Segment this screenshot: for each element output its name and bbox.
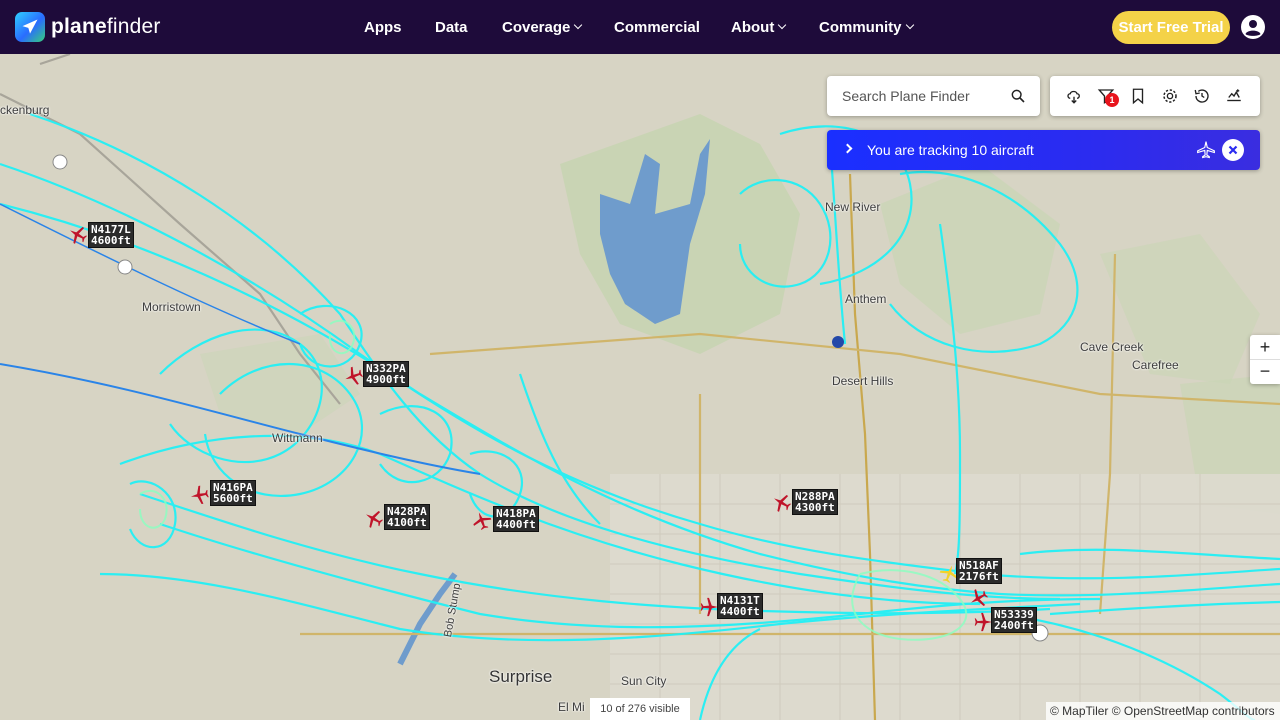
chevron-down-icon xyxy=(778,20,787,30)
start-free-trial-button[interactable]: Start Free Trial xyxy=(1112,11,1230,44)
visible-count: 10 of 276 visible xyxy=(590,698,690,720)
place-label: Carefree xyxy=(1132,358,1179,372)
planefinder-logo[interactable]: planefinder xyxy=(15,12,161,42)
tracking-banner[interactable]: You are tracking 10 aircraft xyxy=(827,130,1260,170)
aircraft-label[interactable]: N4131T 4400ft xyxy=(717,593,763,619)
nav-about[interactable]: About xyxy=(731,19,787,36)
search-input[interactable] xyxy=(842,88,1002,104)
interstate-shield xyxy=(832,336,844,348)
aircraft-icon[interactable] xyxy=(968,587,990,609)
place-label: ckenburg xyxy=(0,103,50,117)
weather-icon[interactable] xyxy=(1065,87,1083,105)
place-label: El Mi xyxy=(558,700,585,714)
aircraft-label[interactable]: N288PA 4300ft xyxy=(792,489,838,515)
chevron-right-icon[interactable] xyxy=(842,143,853,154)
zoom-control: + − xyxy=(1250,335,1280,384)
close-icon[interactable] xyxy=(1222,139,1244,161)
aircraft-icon[interactable] xyxy=(363,508,385,530)
history-icon[interactable] xyxy=(1193,87,1211,105)
place-label: Anthem xyxy=(845,292,887,306)
aircraft-label[interactable]: N332PA 4900ft xyxy=(363,361,409,387)
gear-icon[interactable] xyxy=(1161,87,1179,105)
place-label: Cave Creek xyxy=(1080,340,1144,354)
map-toolbar xyxy=(1050,76,1260,116)
place-label: New River xyxy=(825,200,881,214)
top-navigation-bar: planefinder Apps Data Coverage Commercia… xyxy=(0,0,1280,54)
aircraft-label[interactable]: N418PA 4400ft xyxy=(493,506,539,532)
search-box xyxy=(827,76,1040,116)
plane-logo-icon xyxy=(15,12,45,42)
tracking-text: You are tracking 10 aircraft xyxy=(867,142,1034,158)
aircraft-icon[interactable] xyxy=(343,365,365,387)
search-icon[interactable] xyxy=(1010,88,1026,104)
place-label: Surprise xyxy=(489,667,553,686)
nav-coverage[interactable]: Coverage xyxy=(502,19,583,36)
aircraft-label[interactable]: N518AF 2176ft xyxy=(956,558,1002,584)
bookmark-icon[interactable] xyxy=(1129,87,1147,105)
map-attribution[interactable]: © MapTiler © OpenStreetMap contributors xyxy=(1046,702,1280,720)
nav-apps[interactable]: Apps xyxy=(364,19,402,36)
aircraft-icon[interactable] xyxy=(189,484,211,506)
plane-icon xyxy=(1197,141,1215,159)
chevron-down-icon xyxy=(574,20,583,30)
aircraft-label[interactable]: N4177L 4600ft xyxy=(88,222,134,248)
zoom-out-button[interactable]: − xyxy=(1250,359,1280,383)
aircraft-icon[interactable] xyxy=(67,224,89,246)
place-label: Morristown xyxy=(142,300,201,314)
aircraft-icon[interactable] xyxy=(771,492,793,514)
chevron-down-icon xyxy=(905,20,914,30)
aircraft-label[interactable]: N416PA 5600ft xyxy=(210,480,256,506)
nav-commercial[interactable]: Commercial xyxy=(614,19,700,36)
aircraft-label[interactable]: N428PA 4100ft xyxy=(384,504,430,530)
ar-view-icon[interactable] xyxy=(1225,87,1243,105)
account-icon[interactable] xyxy=(1241,15,1265,39)
aircraft-icon[interactable] xyxy=(471,510,493,532)
route-shield xyxy=(117,259,133,275)
route-shield xyxy=(52,154,68,170)
logo-text: planefinder xyxy=(51,15,161,38)
aircraft-label[interactable]: N53339 2400ft xyxy=(991,607,1037,633)
place-label: Sun City xyxy=(621,674,667,688)
filter-count-badge: 1 xyxy=(1105,93,1119,107)
zoom-in-button[interactable]: + xyxy=(1250,335,1280,359)
nav-community[interactable]: Community xyxy=(819,19,914,36)
place-label: Wittmann xyxy=(272,431,323,445)
nav-data[interactable]: Data xyxy=(435,19,468,36)
place-label: Desert Hills xyxy=(832,374,894,388)
